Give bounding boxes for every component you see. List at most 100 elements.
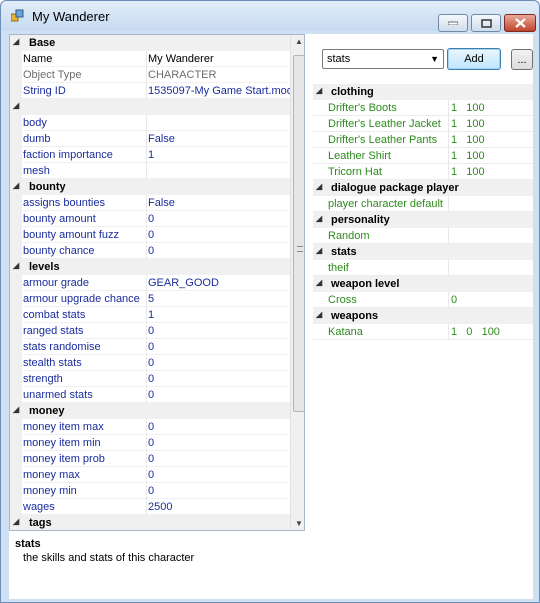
minimize-button[interactable] bbox=[438, 14, 468, 32]
reference-row[interactable]: Leather Shirt 1 100 bbox=[313, 148, 533, 164]
property-row[interactable]: body bbox=[10, 115, 290, 131]
property-row[interactable]: unarmed stats 0 bbox=[10, 387, 290, 403]
property-value[interactable]: 0 bbox=[148, 341, 290, 353]
reference-row[interactable]: Drifter's Leather Pants 1 100 bbox=[313, 132, 533, 148]
category-header[interactable]: ◢ Base bbox=[10, 35, 290, 51]
property-value[interactable]: False bbox=[148, 197, 290, 209]
collapse-icon[interactable]: ◢ bbox=[316, 310, 322, 319]
property-row[interactable]: faction importance 1 bbox=[10, 147, 290, 163]
chevron-down-icon[interactable]: ▼ bbox=[430, 54, 439, 64]
collapse-icon[interactable]: ◢ bbox=[13, 37, 23, 46]
reference-values[interactable]: 1 100 bbox=[451, 102, 531, 114]
collapse-icon[interactable]: ◢ bbox=[13, 517, 23, 526]
property-value[interactable]: 0 bbox=[148, 357, 290, 369]
property-value[interactable]: 1535097-My Game Start.mod bbox=[148, 85, 290, 97]
reference-row[interactable]: Tricorn Hat 1 100 bbox=[313, 164, 533, 180]
reference-row[interactable]: Drifter's Boots 1 100 bbox=[313, 100, 533, 116]
collapse-icon[interactable]: ◢ bbox=[13, 405, 23, 414]
category-header[interactable]: ◢ money bbox=[10, 403, 290, 419]
add-button[interactable]: Add bbox=[447, 48, 501, 70]
collapse-icon[interactable]: ◢ bbox=[13, 101, 23, 110]
property-row[interactable]: money item prob 0 bbox=[10, 451, 290, 467]
title-bar[interactable]: My Wanderer bbox=[1, 1, 539, 32]
collapse-icon[interactable]: ◢ bbox=[316, 182, 322, 191]
close-button[interactable] bbox=[504, 14, 536, 32]
property-row[interactable]: dumb False bbox=[10, 131, 290, 147]
property-value[interactable]: 0 bbox=[148, 421, 290, 433]
property-value[interactable]: 0 bbox=[148, 469, 290, 481]
property-row[interactable]: wages 2500 bbox=[10, 499, 290, 515]
property-value[interactable]: False bbox=[148, 133, 290, 145]
reference-category-header[interactable]: ◢ personality bbox=[313, 212, 533, 228]
property-row[interactable]: bounty amount 0 bbox=[10, 211, 290, 227]
reference-row[interactable]: Random bbox=[313, 228, 533, 244]
property-row[interactable]: Name My Wanderer bbox=[10, 51, 290, 67]
collapse-icon[interactable]: ◢ bbox=[316, 246, 322, 255]
property-row[interactable]: money min 0 bbox=[10, 483, 290, 499]
reference-values[interactable]: 1 100 bbox=[451, 150, 531, 162]
property-value[interactable]: CHARACTER bbox=[148, 69, 290, 81]
property-row[interactable]: Object Type CHARACTER bbox=[10, 67, 290, 83]
property-row[interactable]: bounty chance 0 bbox=[10, 243, 290, 259]
reference-values[interactable]: 1 100 bbox=[451, 118, 531, 130]
property-value[interactable]: 0 bbox=[148, 389, 290, 401]
reference-category-header[interactable]: ◢ weapons bbox=[313, 308, 533, 324]
reference-row[interactable]: Cross 0 bbox=[313, 292, 533, 308]
property-row[interactable]: armour grade GEAR_GOOD bbox=[10, 275, 290, 291]
collapse-icon[interactable]: ◢ bbox=[13, 181, 23, 190]
property-row[interactable]: assigns bounties False bbox=[10, 195, 290, 211]
property-row[interactable]: combat stats 1 bbox=[10, 307, 290, 323]
property-value[interactable]: 0 bbox=[148, 245, 290, 257]
reference-row[interactable]: Drifter's Leather Jacket 1 100 bbox=[313, 116, 533, 132]
reference-values[interactable]: 1 100 bbox=[451, 166, 531, 178]
property-row[interactable]: money item min 0 bbox=[10, 435, 290, 451]
category-header[interactable]: ◢ levels bbox=[10, 259, 290, 275]
reference-row[interactable]: player character default bbox=[313, 196, 533, 212]
property-value[interactable]: 0 bbox=[148, 373, 290, 385]
property-row[interactable]: strength 0 bbox=[10, 371, 290, 387]
maximize-button[interactable] bbox=[471, 14, 501, 32]
reference-values[interactable]: 0 bbox=[451, 294, 531, 306]
scrollbar-thumb[interactable] bbox=[293, 55, 304, 412]
reference-values[interactable]: 1 0 100 bbox=[451, 326, 531, 338]
property-value[interactable]: 2500 bbox=[148, 501, 290, 513]
property-row[interactable]: ranged stats 0 bbox=[10, 323, 290, 339]
reference-list[interactable]: ◢ clothing Drifter's Boots 1 100 Drifter's L… bbox=[313, 84, 533, 524]
property-row[interactable]: money max 0 bbox=[10, 467, 290, 483]
reference-category-header[interactable]: ◢ dialogue package player bbox=[313, 180, 533, 196]
reference-category-header[interactable]: ◢ weapon level bbox=[313, 276, 533, 292]
property-value[interactable]: 1 bbox=[148, 309, 290, 321]
category-header[interactable]: ◢ bbox=[10, 99, 290, 115]
property-value[interactable]: 0 bbox=[148, 453, 290, 465]
property-value[interactable]: 0 bbox=[148, 213, 290, 225]
collapse-icon[interactable]: ◢ bbox=[316, 214, 322, 223]
property-row[interactable]: stats randomise 0 bbox=[10, 339, 290, 355]
reference-row[interactable]: theif bbox=[313, 260, 533, 276]
category-header[interactable]: ◢ bounty bbox=[10, 179, 290, 195]
property-row[interactable]: bounty amount fuzz 0 bbox=[10, 227, 290, 243]
category-header[interactable]: ◢ tags bbox=[10, 515, 290, 530]
property-row[interactable]: mesh bbox=[10, 163, 290, 179]
property-row[interactable]: stealth stats 0 bbox=[10, 355, 290, 371]
more-button[interactable]: ... bbox=[511, 49, 533, 70]
property-row[interactable]: String ID 1535097-My Game Start.mod bbox=[10, 83, 290, 99]
collapse-icon[interactable]: ◢ bbox=[13, 261, 23, 270]
property-value[interactable]: 1 bbox=[148, 149, 290, 161]
scroll-down-icon[interactable]: ▼ bbox=[295, 519, 303, 528]
property-value[interactable]: 0 bbox=[148, 229, 290, 241]
reference-category-header[interactable]: ◢ stats bbox=[313, 244, 533, 260]
property-value[interactable]: 0 bbox=[148, 325, 290, 337]
scroll-up-icon[interactable]: ▲ bbox=[295, 37, 303, 46]
property-row[interactable]: money item max 0 bbox=[10, 419, 290, 435]
property-value[interactable]: 0 bbox=[148, 485, 290, 497]
property-value[interactable]: 0 bbox=[148, 437, 290, 449]
reference-type-select[interactable]: stats ▼ bbox=[322, 49, 444, 69]
reference-category-header[interactable]: ◢ clothing bbox=[313, 84, 533, 100]
property-grid-scrollbar[interactable]: ▲ ▼ bbox=[290, 35, 304, 530]
property-grid[interactable]: ▲ ▼ ◢ Base Name My Wanderer Object Type CHARA… bbox=[9, 34, 305, 531]
property-value[interactable]: My Wanderer bbox=[148, 53, 290, 65]
reference-values[interactable]: 1 100 bbox=[451, 134, 531, 146]
property-row[interactable]: armour upgrade chance 5 bbox=[10, 291, 290, 307]
reference-row[interactable]: Katana 1 0 100 bbox=[313, 324, 533, 340]
collapse-icon[interactable]: ◢ bbox=[316, 86, 322, 95]
